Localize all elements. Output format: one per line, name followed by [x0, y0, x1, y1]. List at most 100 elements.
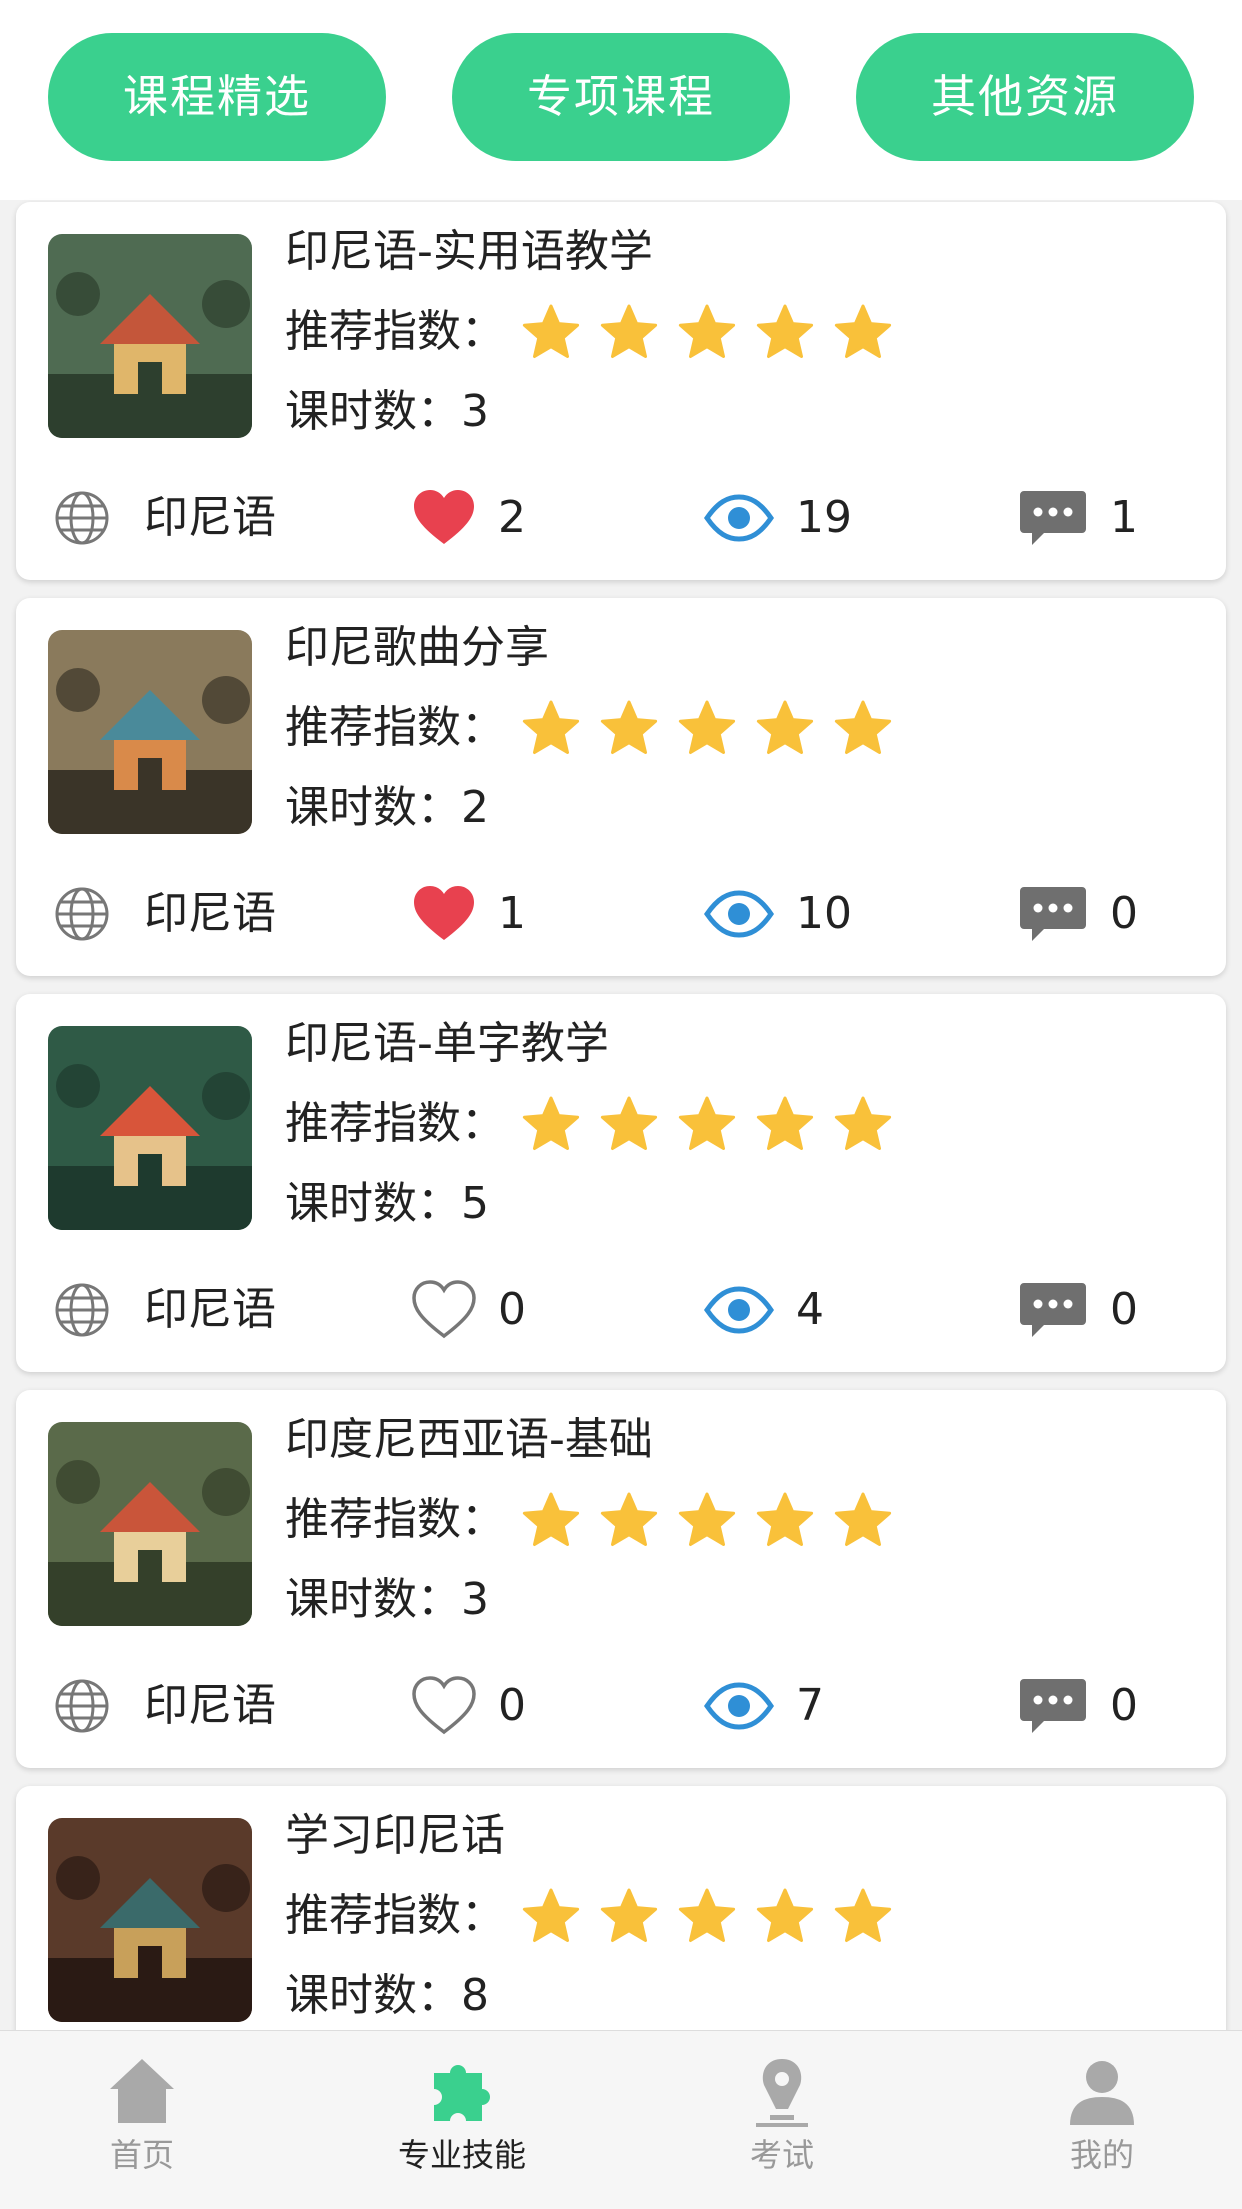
comment-button[interactable]: 1 — [1018, 482, 1138, 554]
tab-other-resources[interactable]: 其他资源 — [856, 33, 1194, 161]
rating-label: 推荐指数： — [285, 1098, 505, 1149]
user-icon — [1070, 2061, 1134, 2125]
star-icon — [834, 1888, 892, 1942]
view-count-group: 7 — [704, 1670, 824, 1742]
nav-skills-label: 专业技能 — [397, 2136, 526, 2174]
nav-home-label: 首页 — [109, 2136, 174, 2174]
star-icon — [678, 1888, 736, 1942]
rating-stars — [521, 302, 893, 362]
view-count: 19 — [796, 492, 852, 543]
star-icon — [600, 304, 658, 358]
comment-button[interactable]: 0 — [1018, 1670, 1138, 1742]
eye-icon — [704, 1682, 774, 1730]
star-icon — [678, 304, 736, 358]
course-thumbnail — [48, 234, 252, 438]
star-icon — [834, 1096, 892, 1150]
rating-label: 推荐指数： — [285, 1890, 505, 1941]
star-icon — [756, 1888, 814, 1942]
view-count: 7 — [796, 1680, 824, 1731]
nav-mine[interactable]: 我的 — [1002, 2053, 1202, 2177]
star-icon — [756, 700, 814, 754]
comment-count: 0 — [1110, 888, 1138, 939]
bottom-nav: 首页 专业技能 考试 我的 — [0, 2030, 1242, 2209]
course-language: 印尼语 — [54, 1670, 276, 1742]
like-count: 2 — [498, 492, 526, 543]
rating-stars — [521, 1490, 893, 1550]
course-card[interactable]: 印尼语-实用语教学 推荐指数： 课时数：3 印尼语 2 19 1 — [16, 202, 1226, 580]
comment-icon — [1020, 491, 1086, 545]
course-title: 印尼歌曲分享 — [285, 622, 549, 673]
star-icon — [678, 700, 736, 754]
nav-exam[interactable]: 考试 — [682, 2053, 882, 2177]
tab-featured-courses[interactable]: 课程精选 — [48, 33, 386, 161]
star-icon — [678, 1096, 736, 1150]
globe-icon — [55, 1283, 109, 1337]
like-button[interactable]: 1 — [412, 878, 526, 950]
star-icon — [522, 700, 580, 754]
comment-count: 1 — [1110, 492, 1138, 543]
rating-stars — [521, 1094, 893, 1154]
star-icon — [678, 1492, 736, 1546]
star-icon — [756, 1096, 814, 1150]
top-tab-bar: 课程精选 专项课程 其他资源 — [0, 0, 1242, 200]
rating-stars — [521, 698, 893, 758]
comment-button[interactable]: 0 — [1018, 878, 1138, 950]
comment-count: 0 — [1110, 1284, 1138, 1335]
course-hours: 课时数：3 — [285, 1574, 489, 1625]
view-count: 10 — [796, 888, 852, 939]
course-language: 印尼语 — [54, 482, 276, 554]
pen-nib-icon — [756, 2059, 808, 2127]
star-icon — [600, 1492, 658, 1546]
nav-home[interactable]: 首页 — [42, 2053, 242, 2177]
course-thumbnail — [48, 1026, 252, 1230]
course-hours: 课时数：8 — [285, 1970, 489, 2021]
course-thumbnail — [48, 630, 252, 834]
star-icon — [600, 700, 658, 754]
eye-icon — [704, 494, 774, 542]
nav-mine-label: 我的 — [1069, 2136, 1134, 2174]
view-count-group: 10 — [704, 878, 852, 950]
like-count: 0 — [498, 1284, 526, 1335]
like-button[interactable]: 0 — [412, 1274, 526, 1346]
language-label: 印尼语 — [144, 1284, 276, 1335]
eye-icon — [704, 890, 774, 938]
nav-skills[interactable]: 专业技能 — [362, 2053, 562, 2177]
course-title: 印尼语-实用语教学 — [285, 226, 653, 277]
rating-label: 推荐指数： — [285, 1494, 505, 1545]
star-icon — [522, 304, 580, 358]
star-icon — [600, 1096, 658, 1150]
tab-special-courses[interactable]: 专项课程 — [452, 33, 790, 161]
star-icon — [756, 1492, 814, 1546]
comment-icon — [1020, 1679, 1086, 1733]
course-card[interactable]: 印度尼西亚语-基础 推荐指数： 课时数：3 印尼语 0 7 0 — [16, 1390, 1226, 1768]
star-icon — [522, 1096, 580, 1150]
course-hours: 课时数：5 — [285, 1178, 489, 1229]
comment-icon — [1020, 887, 1086, 941]
course-hours: 课时数：3 — [285, 386, 489, 437]
like-button[interactable]: 2 — [412, 482, 526, 554]
heart-outline-icon — [412, 1676, 476, 1735]
comment-count: 0 — [1110, 1680, 1138, 1731]
course-language: 印尼语 — [54, 1274, 276, 1346]
heart-filled-icon — [414, 886, 474, 940]
rating-label: 推荐指数： — [285, 702, 505, 753]
nav-exam-label: 考试 — [749, 2136, 814, 2174]
like-count: 0 — [498, 1680, 526, 1731]
course-thumbnail — [48, 1422, 252, 1626]
comment-button[interactable]: 0 — [1018, 1274, 1138, 1346]
globe-icon — [55, 887, 109, 941]
course-card[interactable]: 印尼语-单字教学 推荐指数： 课时数：5 印尼语 0 4 0 — [16, 994, 1226, 1372]
course-title: 印尼语-单字教学 — [285, 1018, 609, 1069]
view-count-group: 4 — [704, 1274, 824, 1346]
star-icon — [756, 304, 814, 358]
course-language: 印尼语 — [54, 878, 276, 950]
like-count: 1 — [498, 888, 526, 939]
globe-icon — [55, 491, 109, 545]
star-icon — [834, 1492, 892, 1546]
comment-icon — [1020, 1283, 1086, 1337]
star-icon — [600, 1888, 658, 1942]
language-label: 印尼语 — [144, 888, 276, 939]
like-button[interactable]: 0 — [412, 1670, 526, 1742]
course-card[interactable]: 印尼歌曲分享 推荐指数： 课时数：2 印尼语 1 10 0 — [16, 598, 1226, 976]
language-label: 印尼语 — [144, 1680, 276, 1731]
